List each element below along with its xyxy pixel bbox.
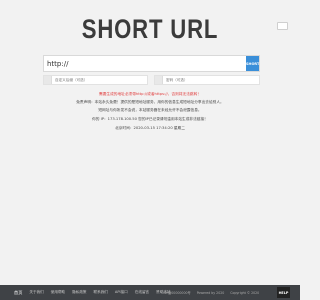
disclaimer-text: 免责声明：本站永久免费！提供的是短地址服务，用你的信息生成短地址分享出去给别人。 (76, 100, 224, 104)
footer-link-message[interactable]: 在线留言 (135, 290, 149, 295)
footer-link-api[interactable]: API接口 (115, 290, 128, 295)
footer-link-contact[interactable]: 联系我们 (94, 290, 108, 295)
custom-suffix-input[interactable] (52, 76, 147, 84)
footer-link-home[interactable]: 首页 (14, 290, 22, 296)
footer-link-help[interactable]: 使用帮助 (51, 290, 65, 295)
footer-icp[interactable]: ICP备00000000号 (163, 290, 191, 295)
password-field (154, 75, 260, 85)
site-logo: SHORT URL (81, 14, 219, 44)
help-button[interactable]: HELP (277, 287, 290, 298)
ip-notice: 你的 IP：173.178.100.50 您的IP已记录请勿滥用本站生成非法链接… (92, 117, 208, 121)
footer-powered: Powered by 2020 (196, 290, 225, 295)
suffix-tag-icon (44, 76, 52, 84)
custom-suffix-field (43, 75, 148, 85)
shorten-button[interactable]: SHORT (246, 56, 259, 71)
server-time: 北京时间：2020-03-15 17:34:20 星期二 (115, 126, 185, 130)
footer-link-privacy[interactable]: 隐私政策 (72, 290, 86, 295)
password-input[interactable] (163, 76, 259, 84)
window-icon[interactable] (277, 22, 288, 30)
footer-copyright: Copyright © 2020 (230, 290, 260, 295)
footer-link-about[interactable]: 关于我们 (29, 290, 43, 295)
protocol-warning: 需要生成的地址必须带http://或者https://，否则将无法跳转！ (99, 92, 201, 96)
url-input[interactable] (44, 56, 246, 71)
url-form: SHORT (43, 55, 260, 72)
footer-nav: 首页 关于我们 使用帮助 隐私政策 联系我们 API接口 在线留言 赞助本站 (14, 285, 178, 300)
footer-bar: 首页 关于我们 使用帮助 隐私政策 联系我们 API接口 在线留言 赞助本站 I… (0, 285, 300, 300)
footer-info: ICP备00000000号 Powered by 2020 Copyright … (163, 285, 265, 300)
privacy-text: 短网址与你所发不会说，本站服务器在未经允许不会泄露信息。 (98, 108, 202, 112)
password-tag-icon (155, 76, 163, 84)
